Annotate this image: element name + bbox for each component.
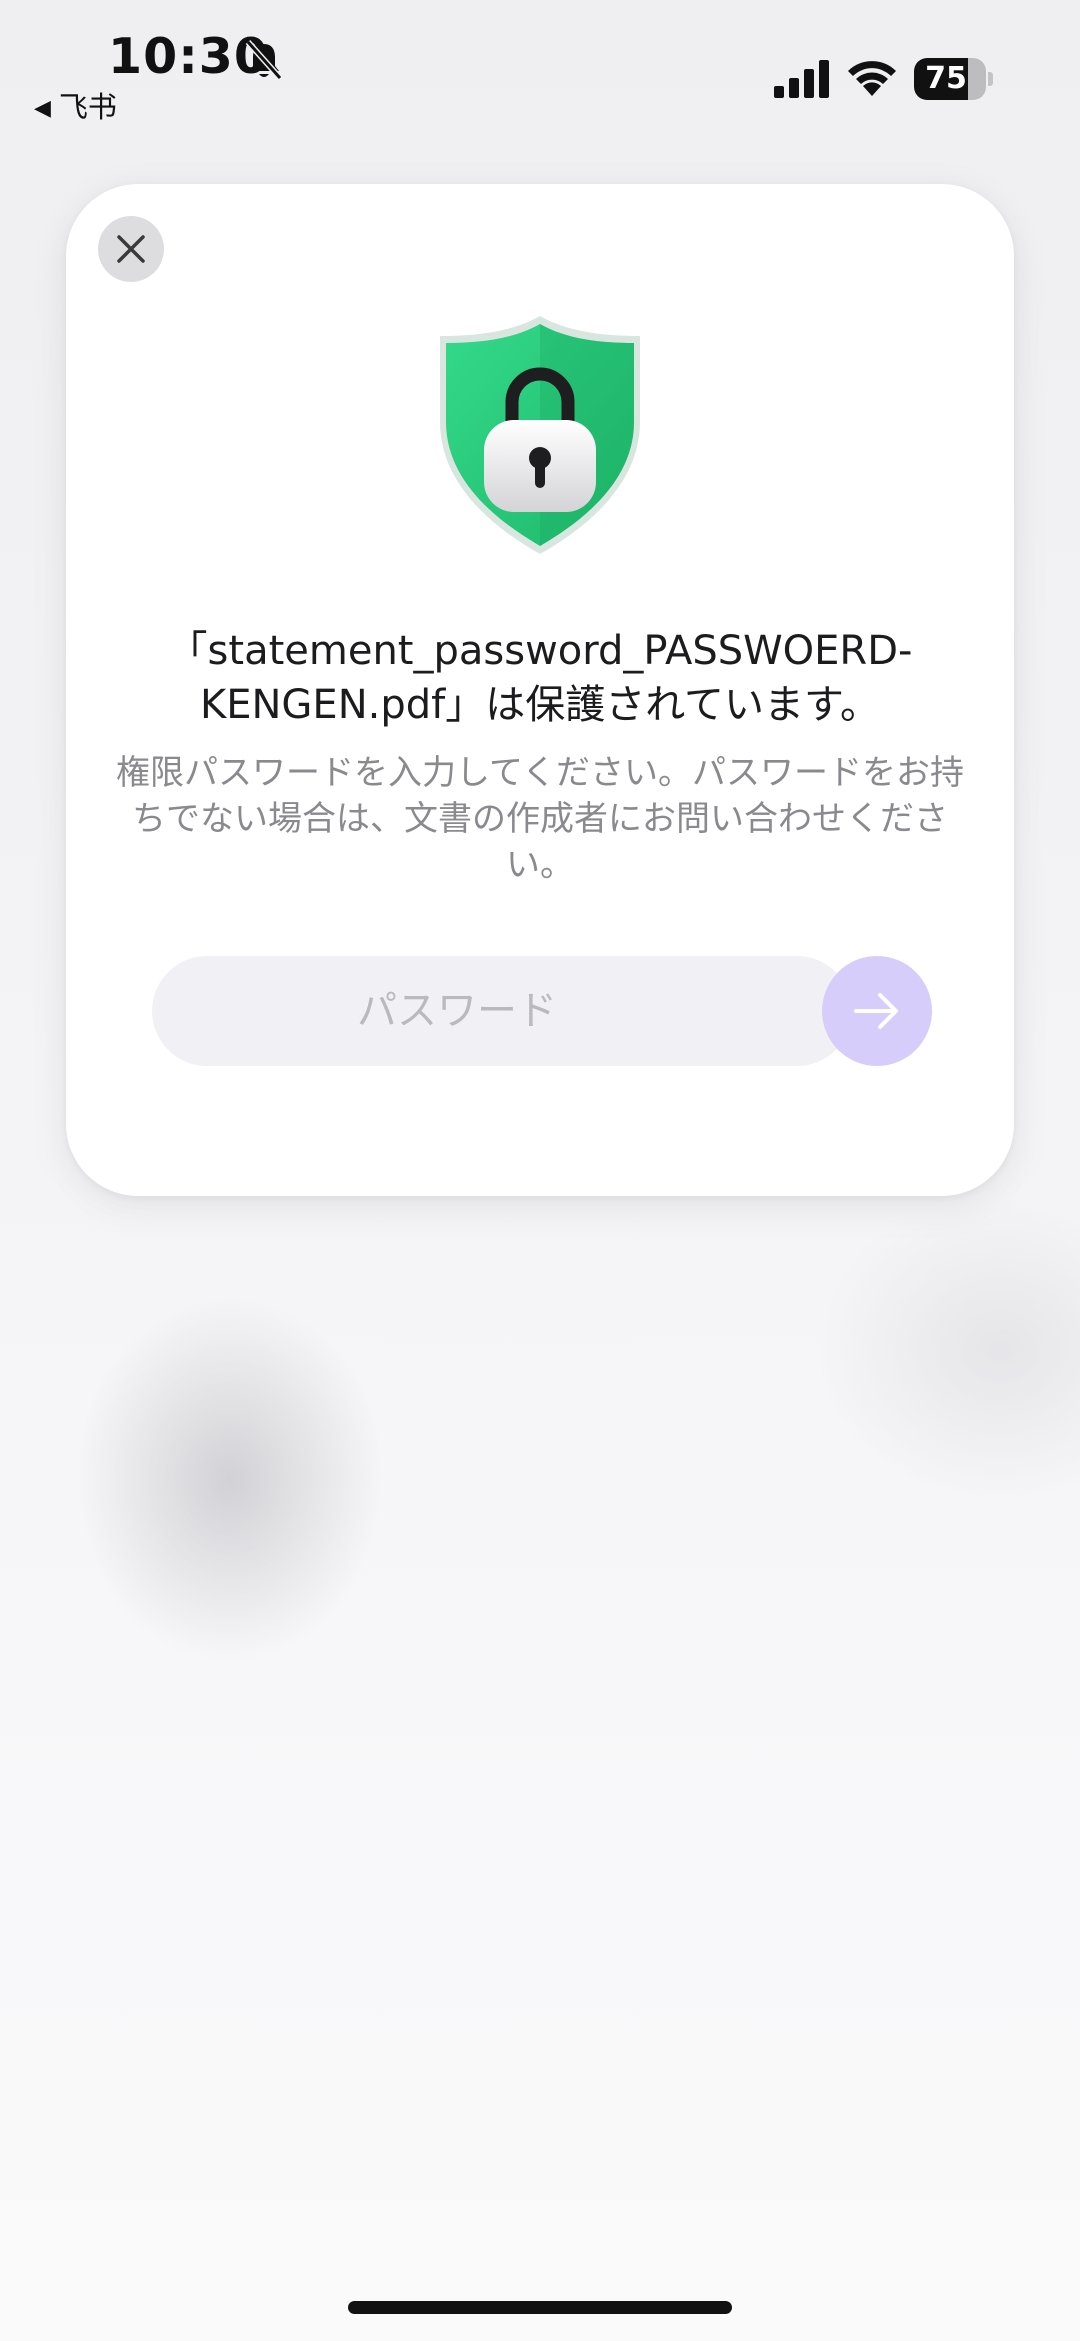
dialog-title: 「statement_password_PASSWOERD-KENGEN.pdf… (167, 628, 913, 728)
status-bar: 10:30 ◀ 飞书 75 (0, 0, 1080, 124)
arrow-right-icon (854, 993, 898, 1029)
back-triangle-icon: ◀ (34, 96, 51, 121)
battery-tip (988, 72, 993, 86)
home-indicator[interactable] (348, 2301, 732, 2314)
cellular-signal-icon (774, 60, 829, 98)
password-dialog: 「statement_password_PASSWOERD-KENGEN.pdf… (66, 184, 1014, 1196)
bell-slash-icon (245, 40, 283, 80)
back-to-app-button[interactable]: ◀ 飞书 (34, 84, 117, 126)
close-icon (117, 235, 145, 263)
password-input[interactable] (152, 956, 852, 1066)
dialog-message: 権限パスワードを入力してください。パスワードをお持ちでない場合は、文書の作成者に… (116, 753, 964, 885)
battery-percent: 75 (925, 61, 967, 96)
close-button[interactable] (98, 216, 164, 282)
back-app-label: 飞书 (58, 90, 117, 124)
battery-indicator: 75 (914, 58, 986, 100)
shield-lock-icon (440, 316, 640, 554)
submit-button[interactable] (822, 956, 932, 1066)
password-entry-row (152, 956, 932, 1066)
wifi-icon (848, 61, 896, 96)
